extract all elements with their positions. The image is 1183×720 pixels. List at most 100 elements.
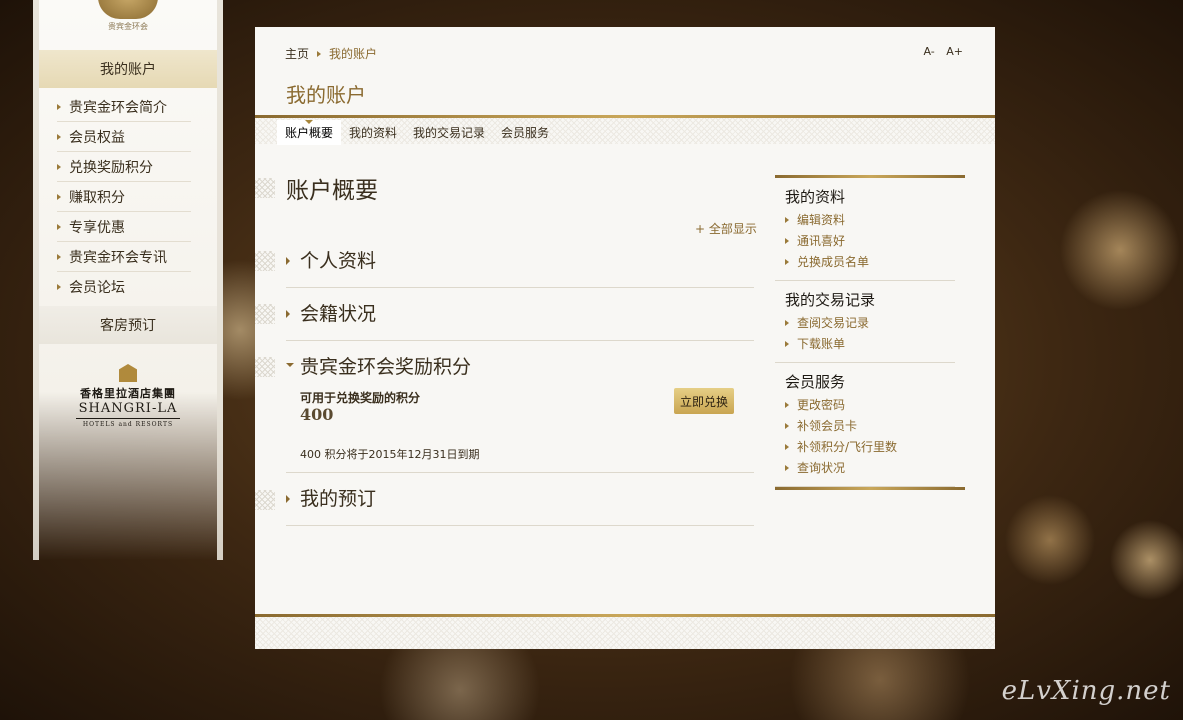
link-check-status[interactable]: 查询状况: [785, 457, 945, 478]
sidebar-item-intro[interactable]: 贵宾金环会简介: [57, 92, 191, 122]
expand-arrow-icon: [286, 310, 290, 318]
sidebar-booking[interactable]: 客房预订: [39, 306, 217, 344]
sidebar-item-label: 兑换奖励积分: [69, 159, 153, 176]
collapse-arrow-icon: [286, 363, 294, 367]
bullet-arrow-icon: [57, 103, 61, 110]
tab-my-profile[interactable]: 我的资料: [341, 120, 405, 145]
link-arrow-icon: [785, 319, 789, 326]
tab-member-services[interactable]: 会员服务: [493, 120, 557, 145]
tab-bar: 账户概要 我的资料 我的交易记录 会员服务: [277, 120, 557, 145]
sidebar-item-label: 会员权益: [69, 129, 125, 146]
bullet-arrow-icon: [57, 253, 61, 260]
sidebar-menu: 贵宾金环会简介 会员权益 兑换奖励积分 赚取积分 专享优惠 贵宾金环会专讯 会员…: [39, 88, 217, 302]
quick-links-panel: 我的资料 编辑资料 通讯喜好 兑换成员名单 我的交易记录 查阅交易记录 下载账单…: [775, 175, 965, 490]
breadcrumb-separator-icon: [317, 50, 322, 57]
link-arrow-icon: [785, 443, 789, 450]
link-label: 查询状况: [797, 461, 846, 475]
link-arrow-icon: [785, 401, 789, 408]
section-heading: 账户概要: [286, 178, 378, 204]
sidebar-item-label: 专享优惠: [69, 219, 125, 236]
link-replace-card[interactable]: 补领会员卡: [785, 415, 945, 436]
heading-pattern: [255, 178, 275, 198]
quick-links-services: 会员服务 更改密码 补领会员卡 补领积分/飞行里数 查询状况: [775, 363, 955, 487]
bullet-arrow-icon: [57, 223, 61, 230]
sidebar-item-label: 会员论坛: [69, 280, 125, 296]
page-title: 我的账户: [286, 83, 366, 107]
brand-cn: 香格里拉酒店集團: [80, 387, 176, 400]
site-watermark: eLvXing.net: [1001, 676, 1171, 706]
accordion-reservations: 我的预订: [286, 473, 754, 526]
shangri-la-logo[interactable]: 香格里拉酒店集團 SHANGRI-LA HOTELS and RESORTS: [39, 364, 217, 428]
link-label: 补领积分/飞行里数: [797, 440, 898, 454]
link-arrow-icon: [785, 216, 789, 223]
sidebar-item-label: 贵宾金环会简介: [69, 99, 167, 116]
link-label: 补领会员卡: [797, 419, 858, 433]
points-expiry-note: 400 积分将于2015年12月31日到期: [300, 448, 480, 461]
section-pattern: [255, 357, 275, 377]
quick-links-bottom-rule: [775, 487, 965, 490]
brand-divider: [76, 418, 180, 419]
club-logo-text: 贵宾金环会: [108, 22, 148, 31]
accordion-title[interactable]: 我的预订: [300, 484, 376, 511]
link-label: 编辑资料: [797, 213, 846, 227]
sidebar-item-earn[interactable]: 赚取积分: [57, 182, 191, 212]
link-missing-points[interactable]: 补领积分/飞行里数: [785, 436, 945, 457]
section-pattern: [255, 304, 275, 324]
expand-all-link[interactable]: + 全部显示: [695, 220, 757, 237]
tab-account-summary[interactable]: 账户概要: [277, 120, 342, 145]
shangri-la-mark-icon: [119, 364, 137, 382]
quick-links-group-title: 我的资料: [785, 188, 846, 206]
footer-band: [255, 617, 995, 649]
link-label: 兑换成员名单: [797, 255, 870, 269]
accordion-title[interactable]: 会籍状况: [300, 299, 376, 326]
expand-arrow-icon: [286, 495, 290, 503]
sidebar-item-benefits[interactable]: 会员权益: [57, 122, 191, 152]
link-communication-prefs[interactable]: 通讯喜好: [785, 230, 945, 251]
link-label: 下载账单: [797, 337, 846, 351]
link-arrow-icon: [785, 340, 789, 347]
sidebar-item-forum[interactable]: 会员论坛: [57, 272, 191, 302]
points-label: 可用于兑换奖励的积分: [300, 391, 421, 405]
link-redemption-nominees[interactable]: 兑换成员名单: [785, 251, 945, 272]
font-decrease-button[interactable]: A-: [923, 45, 934, 58]
brand-en: SHANGRI-LA: [78, 401, 178, 416]
breadcrumb-current: 我的账户: [329, 47, 378, 61]
quick-links-transactions: 我的交易记录 查阅交易记录 下载账单: [775, 281, 955, 363]
accordion-title[interactable]: 个人资料: [300, 246, 376, 273]
sidebar-item-label: 赚取积分: [69, 189, 125, 206]
bullet-arrow-icon: [57, 193, 61, 200]
quick-links-profile: 我的资料 编辑资料 通讯喜好 兑换成员名单: [775, 178, 955, 281]
sidebar-item-label: 贵宾金环会专讯: [69, 249, 167, 266]
sidebar-item-offers[interactable]: 专享优惠: [57, 212, 191, 242]
link-download-statement[interactable]: 下载账单: [785, 333, 945, 354]
tab-transactions[interactable]: 我的交易记录: [405, 120, 493, 145]
sidebar: 贵宾金环会 我的账户 贵宾金环会简介 会员权益 兑换奖励积分 赚取积分 专享优惠…: [33, 0, 223, 560]
club-logo: 贵宾金环会: [39, 0, 217, 50]
sidebar-item-news[interactable]: 贵宾金环会专讯: [57, 242, 191, 272]
link-arrow-icon: [785, 464, 789, 471]
link-label: 查阅交易记录: [797, 316, 870, 330]
breadcrumb-home[interactable]: 主页: [285, 45, 309, 62]
link-label: 更改密码: [797, 398, 846, 412]
points-value: 400: [300, 405, 334, 424]
link-arrow-icon: [785, 258, 789, 265]
quick-links-group-title: 我的交易记录: [785, 291, 876, 309]
sidebar-header[interactable]: 我的账户: [39, 50, 217, 88]
font-increase-button[interactable]: A+: [946, 45, 963, 58]
link-label: 通讯喜好: [797, 234, 846, 248]
sidebar-item-redeem[interactable]: 兑换奖励积分: [57, 152, 191, 182]
link-arrow-icon: [785, 237, 789, 244]
link-edit-profile[interactable]: 编辑资料: [785, 209, 945, 230]
breadcrumb: 主页 我的账户: [285, 45, 377, 62]
link-change-password[interactable]: 更改密码: [785, 394, 945, 415]
bullet-arrow-icon: [57, 163, 61, 170]
section-pattern: [255, 490, 275, 510]
font-size-controls: A- A+: [915, 45, 963, 58]
club-emblem-icon: [98, 0, 158, 19]
accordion-membership-status: 会籍状况: [286, 288, 754, 341]
redeem-now-button[interactable]: 立即兑换: [674, 388, 734, 414]
link-view-transactions[interactable]: 查阅交易记录: [785, 312, 945, 333]
accordion-title[interactable]: 贵宾金环会奖励积分: [300, 352, 471, 379]
bullet-arrow-icon: [57, 284, 61, 290]
expand-arrow-icon: [286, 257, 290, 265]
